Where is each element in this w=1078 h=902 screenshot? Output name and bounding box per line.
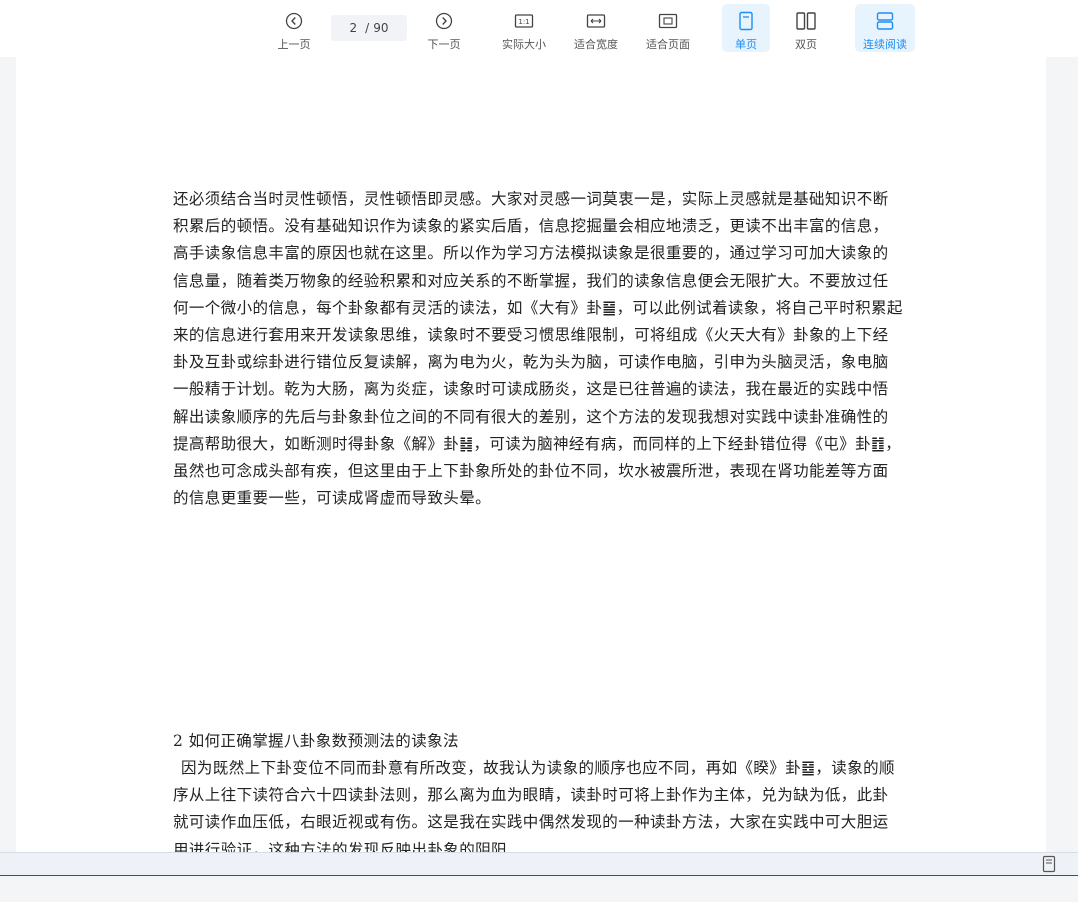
single-page-button[interactable]: 单页 xyxy=(722,4,770,52)
fit-width-icon xyxy=(586,10,606,32)
fit-page-icon xyxy=(658,10,678,32)
next-page-label: 下一页 xyxy=(427,38,461,51)
double-page-label: 双页 xyxy=(795,38,817,51)
double-page-icon xyxy=(795,10,817,32)
single-page-label: 单页 xyxy=(735,38,757,51)
actual-size-label: 实际大小 xyxy=(502,38,546,51)
svg-text:1:1: 1:1 xyxy=(518,18,529,26)
body-paragraph-2: 因为既然上下卦变位不同而卦意有所改变，故我认为读象的顺序也应不同，再如《睽》卦䷥… xyxy=(173,755,903,852)
prev-page-label: 上一页 xyxy=(277,38,311,51)
continuous-reading-label: 连续阅读 xyxy=(863,38,907,51)
paragraph-text: 还必须结合当时灵性顿悟，灵性顿悟即灵感。大家对灵感一词莫衷一是，实际上灵感就是基… xyxy=(173,190,903,508)
page-separator: / xyxy=(365,21,370,35)
fit-width-button[interactable]: 适合宽度 xyxy=(568,4,624,52)
chevron-right-circle-icon xyxy=(435,10,453,32)
next-page-button[interactable]: 下一页 xyxy=(422,4,466,52)
document-page: 还必须结合当时灵性顿悟，灵性顿悟即灵感。大家对灵感一词莫衷一是，实际上灵感就是基… xyxy=(16,57,1046,852)
fit-page-button[interactable]: 适合页面 xyxy=(640,4,696,52)
continuous-reading-icon xyxy=(875,10,895,32)
actual-size-icon: 1:1 xyxy=(514,10,534,32)
paragraph-text: 因为既然上下卦变位不同而卦意有所改变，故我认为读象的顺序也应不同，再如《睽》卦䷥… xyxy=(173,759,895,852)
double-page-button[interactable]: 双页 xyxy=(782,4,830,52)
single-page-icon xyxy=(738,10,754,32)
chevron-left-circle-icon xyxy=(285,10,303,32)
fit-page-label: 适合页面 xyxy=(646,38,690,51)
bottom-status-bar xyxy=(0,852,1078,876)
section-heading: 2 如何正确掌握八卦象数预测法的读象法 xyxy=(173,732,459,750)
current-page-input[interactable]: 2 xyxy=(350,21,358,35)
fit-width-label: 适合宽度 xyxy=(574,38,618,51)
page-number-box[interactable]: 2 / 90 xyxy=(331,15,407,41)
prev-page-button[interactable]: 上一页 xyxy=(272,4,316,52)
page-view-icon[interactable] xyxy=(1042,855,1056,877)
body-paragraph-1: 还必须结合当时灵性顿悟，灵性顿悟即灵感。大家对灵感一词莫衷一是，实际上灵感就是基… xyxy=(173,186,903,512)
actual-size-button[interactable]: 1:1 实际大小 xyxy=(496,4,552,52)
continuous-reading-button[interactable]: 连续阅读 xyxy=(855,4,915,52)
total-pages: 90 xyxy=(373,21,389,35)
viewer-toolbar: 上一页 2 / 90 下一页 1:1 实际大小 适合宽度 适合页面 单页 双页 … xyxy=(0,0,1078,57)
